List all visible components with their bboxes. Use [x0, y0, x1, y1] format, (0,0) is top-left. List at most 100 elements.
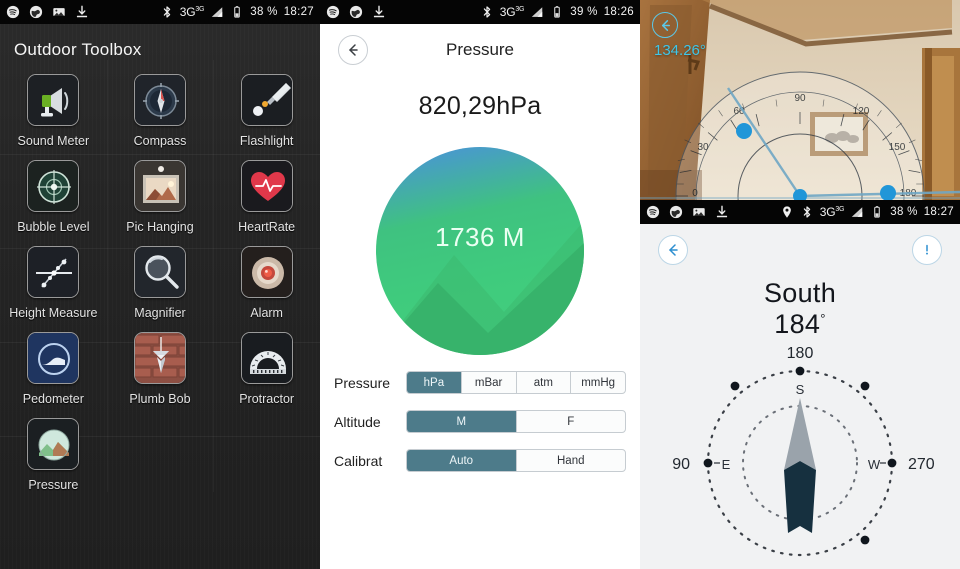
marker-180-dot: [795, 366, 805, 376]
back-button[interactable]: [652, 12, 678, 38]
gallery-icon: [53, 8, 65, 16]
marker-270-dot: [887, 458, 897, 468]
compass-header: [640, 224, 960, 276]
heart-icon: [240, 160, 293, 212]
marker-180-label: 180: [787, 345, 814, 362]
app-tile-height-measure[interactable]: Height Measure: [0, 246, 107, 320]
spotify-icon: [326, 5, 340, 19]
network-type-label: 3G3G: [179, 5, 205, 19]
app-grid: Sound Meter Compass Flashlight Bubble Le…: [0, 60, 320, 492]
segment-hand[interactable]: Hand: [517, 450, 626, 471]
marker-90-dot: [703, 458, 713, 468]
app-label: HeartRate: [238, 220, 296, 234]
spotify-icon: [6, 5, 20, 19]
battery-icon: [234, 6, 241, 18]
megaphone-icon: [27, 74, 80, 126]
app-tile-plumb-bob[interactable]: Plumb Bob: [107, 332, 214, 406]
info-button[interactable]: [912, 235, 942, 265]
bubble-level-icon: [27, 160, 80, 212]
segment-atm[interactable]: atm: [517, 372, 572, 393]
screenshot-root: 3G3G 38 % 18:27 Outdoor Toolbox Sound Me…: [0, 0, 960, 569]
download-icon: [373, 5, 385, 18]
spotify-icon: [646, 205, 660, 219]
height-measure-icon: [27, 246, 80, 298]
control-label: Pressure: [334, 374, 391, 391]
protractor-icon: [240, 332, 293, 384]
app-label: Sound Meter: [17, 134, 90, 148]
bluetooth-icon: [163, 6, 170, 18]
flashlight-icon: [240, 74, 293, 126]
app-tile-flashlight[interactable]: Flashlight: [213, 74, 320, 148]
pedometer-icon: [27, 332, 80, 384]
marker-270-label: 270: [908, 456, 935, 473]
arrow-left-icon: [669, 244, 678, 256]
segment-mmhg[interactable]: mmHg: [571, 372, 625, 393]
pressure-icon: [27, 418, 80, 470]
app-tile-bubble-level[interactable]: Bubble Level: [0, 160, 107, 234]
compass-dial[interactable]: 180 S 90 E 270 W: [640, 318, 960, 558]
plumb-bob-icon: [133, 332, 186, 384]
app-tile-protractor[interactable]: Protractor: [213, 332, 320, 406]
clock-label: 18:26: [603, 6, 634, 18]
battery-icon: [874, 206, 881, 218]
segment-hpa[interactable]: hPa: [407, 372, 462, 393]
pressure-unit-segmented-control[interactable]: hPa mBar atm mmHg: [406, 371, 626, 394]
calibration-segmented-control[interactable]: Auto Hand: [406, 449, 626, 472]
location-pin-icon: [782, 206, 791, 218]
app-label: Protractor: [239, 392, 295, 406]
segment-feet[interactable]: F: [517, 411, 626, 432]
cardinal-e-label: E: [722, 457, 731, 472]
segment-meters[interactable]: M: [407, 411, 517, 432]
protractor-overlay[interactable]: 0 30 60 90 120 150 180: [640, 0, 960, 200]
altitude-reading: 1736 M: [435, 221, 525, 252]
segment-mbar[interactable]: mBar: [462, 372, 517, 393]
status-right-icons: 3G3G 38 % 18:27: [160, 5, 314, 19]
pressure-unit-row: Pressure hPa mBar atm mmHg: [320, 371, 640, 394]
bluetooth-icon: [803, 206, 810, 218]
protractor-handle-a[interactable]: [736, 123, 752, 139]
app-tile-pressure[interactable]: Pressure: [0, 418, 107, 492]
battery-percent-label: 39 %: [570, 6, 598, 18]
scale-label-150: 150: [889, 142, 906, 153]
app-tile-compass[interactable]: Compass: [107, 74, 214, 148]
protractor-view[interactable]: 0 30 60 90 120 150 180 134.26°: [640, 0, 960, 200]
status-right-icons: 3G3G 38 % 18:27: [780, 205, 954, 219]
launcher-status-bar: 3G3G 38 % 18:27: [0, 0, 320, 24]
compass-view: 3G3G 38 % 18:27 South 184° 180 S 90 E 27…: [640, 200, 960, 569]
scale-label-120: 120: [853, 106, 870, 117]
magnifier-icon: [133, 246, 186, 298]
compass-direction: South: [763, 278, 837, 308]
app-tile-magnifier[interactable]: Magnifier: [107, 246, 214, 320]
network-type-label: 3G3G: [819, 205, 845, 219]
altitude-gauge[interactable]: 1736 M: [376, 147, 584, 355]
download-icon: [716, 205, 728, 218]
altitude-unit-segmented-control[interactable]: M F: [406, 410, 626, 433]
launcher-panel: 3G3G 38 % 18:27 Outdoor Toolbox Sound Me…: [0, 0, 320, 569]
app-tile-heart-rate[interactable]: HeartRate: [213, 160, 320, 234]
back-button[interactable]: [658, 235, 688, 265]
exclamation-circle-icon: [926, 244, 928, 255]
pressure-panel: 3G3G 39 % 18:26 Pressure 820,29hPa 1736 …: [320, 0, 640, 569]
status-right-icons: 3G3G 39 % 18:26: [480, 5, 634, 19]
battery-percent-label: 38 %: [250, 6, 278, 18]
pressure-reading: 820,29hPa: [418, 92, 542, 120]
status-left-icons: [326, 5, 386, 19]
segment-auto[interactable]: Auto: [407, 450, 517, 471]
marker-dot-nw: [730, 381, 740, 391]
pressure-header: Pressure: [320, 24, 640, 76]
app-label: Compass: [133, 134, 187, 148]
browser-icon: [29, 5, 43, 19]
alarm-icon: [240, 246, 293, 298]
app-tile-sound-meter[interactable]: Sound Meter: [0, 74, 107, 148]
browser-icon: [349, 5, 363, 19]
signal-bars-icon: [532, 7, 543, 17]
signal-bars-icon: [212, 7, 223, 17]
app-label: Magnifier: [134, 306, 186, 320]
compass-icon: [133, 74, 186, 126]
app-tile-pic-hanging[interactable]: Pic Hanging: [107, 160, 214, 234]
protractor-compass-panel: 0 30 60 90 120 150 180 134.26° 3G3G 38 %…: [640, 0, 960, 569]
compass-status-bar: 3G3G 38 % 18:27: [640, 200, 960, 224]
app-tile-pedometer[interactable]: Pedometer: [0, 332, 107, 406]
app-tile-alarm[interactable]: Alarm: [213, 246, 320, 320]
cardinal-s-label: S: [796, 382, 805, 397]
